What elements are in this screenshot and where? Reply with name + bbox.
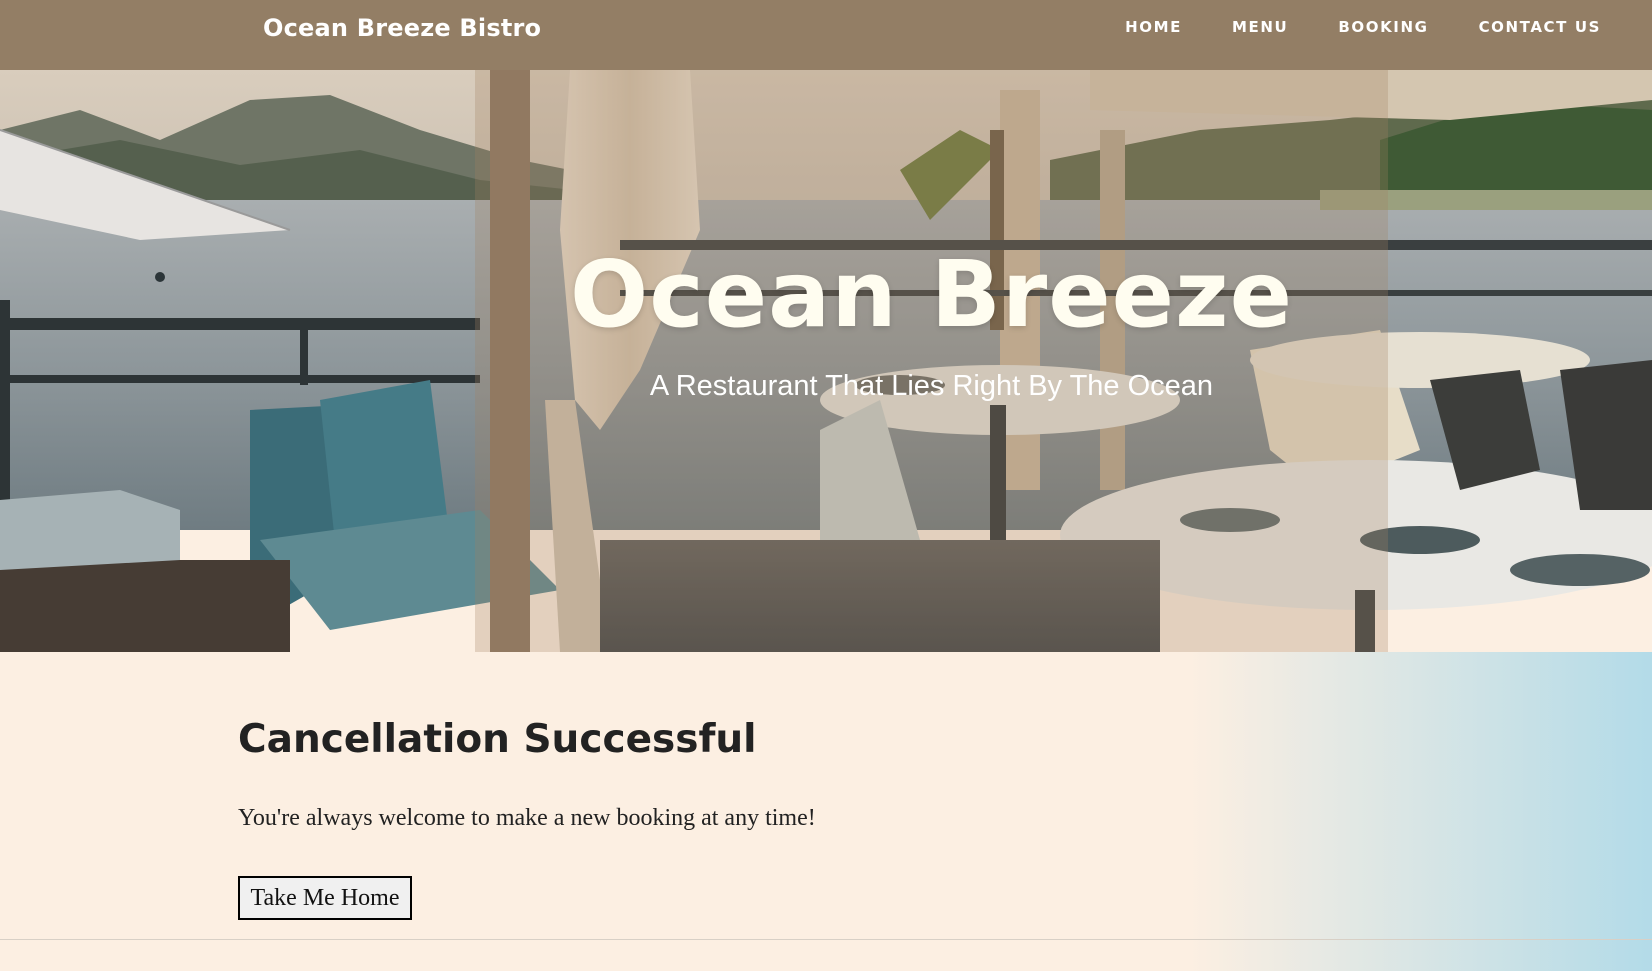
hero-title: Ocean Breeze [570, 241, 1293, 348]
nav-link-booking[interactable]: BOOKING [1338, 17, 1428, 37]
hero-banner: Ocean Breeze A Restaurant That Lies Righ… [0, 70, 1652, 652]
top-navbar: Ocean Breeze Bistro HOME MENU BOOKING CO… [0, 0, 1652, 70]
hero-subtitle: A Restaurant That Lies Right By The Ocea… [649, 370, 1214, 402]
welcome-message: You're always welcome to make a new book… [238, 805, 816, 831]
take-me-home-button[interactable]: Take Me Home [238, 876, 412, 920]
hero-overlay-panel [475, 70, 1388, 652]
brand-logo-link[interactable]: Ocean Breeze Bistro [263, 12, 541, 44]
nav-link-contact-us[interactable]: CONTACT US [1479, 17, 1601, 37]
cancellation-heading: Cancellation Successful [238, 717, 757, 762]
nav-link-menu[interactable]: MENU [1232, 17, 1288, 37]
nav-links: HOME MENU BOOKING CONTACT US [1125, 17, 1601, 37]
nav-link-home[interactable]: HOME [1125, 17, 1182, 37]
section-divider [0, 939, 1652, 940]
confirmation-section: Cancellation Successful You're always we… [0, 652, 1652, 971]
